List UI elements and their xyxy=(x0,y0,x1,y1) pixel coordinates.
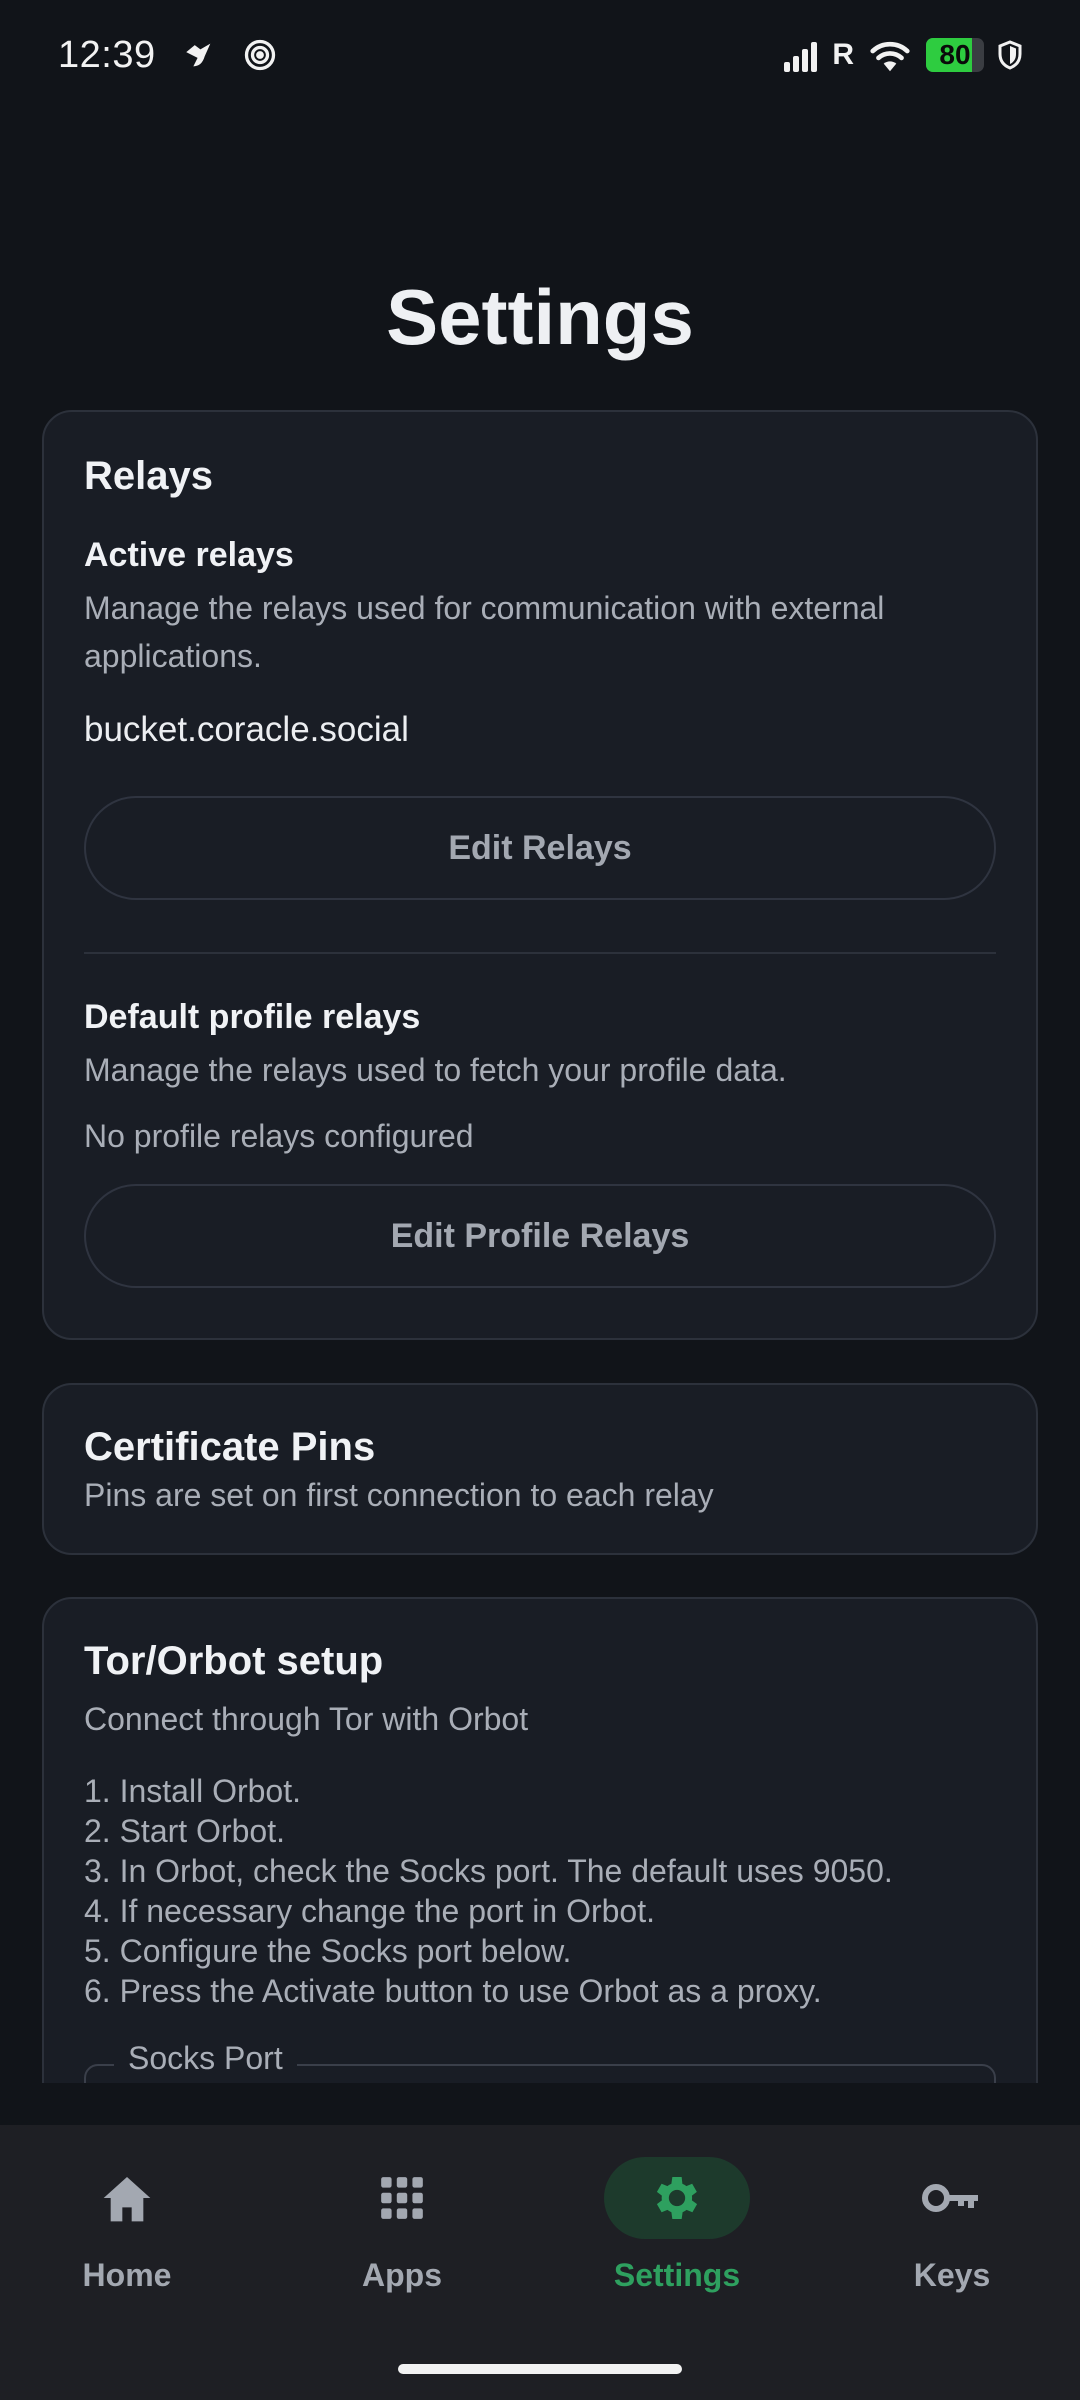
tor-orbot-description: Connect through Tor with Orbot xyxy=(84,1701,529,1737)
relays-card: Relays Active relays Manage the relays u… xyxy=(42,410,1038,1340)
apps-grid-icon xyxy=(329,2157,475,2239)
status-time: 12:39 xyxy=(58,33,156,76)
socks-port-label: Socks Port xyxy=(114,2040,297,2077)
gear-icon xyxy=(604,2157,750,2239)
default-profile-relays-title: Default profile relays xyxy=(84,998,421,1036)
status-left: 12:39 xyxy=(58,34,278,77)
tor-orbot-card: Tor/Orbot setup Connect through Tor with… xyxy=(42,1597,1038,2083)
nav-item-keys[interactable]: Keys xyxy=(852,2157,1052,2294)
tor-step: 5. Configure the Socks port below. xyxy=(84,1933,572,1969)
relays-divider xyxy=(84,952,996,954)
bird-notification-icon xyxy=(182,38,216,72)
network-type-label: R xyxy=(832,38,854,71)
nav-item-apps[interactable]: Apps xyxy=(302,2157,502,2294)
spiral-notification-icon xyxy=(242,37,278,73)
edit-profile-relays-button[interactable]: Edit Profile Relays xyxy=(84,1184,996,1288)
battery-level: 80 xyxy=(926,38,984,72)
nav-label-home: Home xyxy=(82,2257,172,2293)
settings-scroll-area[interactable]: Relays Active relays Manage the relays u… xyxy=(0,410,1080,2083)
tor-step: 4. If necessary change the port in Orbot… xyxy=(84,1893,655,1929)
nav-label-apps: Apps xyxy=(362,2257,442,2293)
status-right: R 80 xyxy=(782,37,1022,73)
edit-relays-button[interactable]: Edit Relays xyxy=(84,796,996,900)
nav-label-keys: Keys xyxy=(913,2257,991,2293)
relays-title: Relays xyxy=(84,454,213,498)
tor-steps-list: 1. Install Orbot. 2. Start Orbot. 3. In … xyxy=(84,1771,1006,2011)
wifi-icon xyxy=(868,37,912,73)
bottom-navigation: Home Apps Settings Keys xyxy=(0,2125,1080,2400)
profile-relays-status: No profile relays configured xyxy=(84,1118,474,1154)
home-indicator[interactable] xyxy=(398,2364,682,2374)
tor-step: 1. Install Orbot. xyxy=(84,1773,301,1809)
key-icon xyxy=(879,2157,1025,2239)
certificate-pins-title: Certificate Pins xyxy=(84,1425,376,1469)
active-relays-description: Manage the relays used for communication… xyxy=(84,590,885,674)
battery-icon: 80 xyxy=(926,38,984,72)
certificate-pins-card[interactable]: Certificate Pins Pins are set on first c… xyxy=(42,1383,1038,1555)
nav-item-home[interactable]: Home xyxy=(27,2157,227,2294)
home-icon xyxy=(54,2157,200,2239)
tor-orbot-title: Tor/Orbot setup xyxy=(84,1639,384,1683)
tor-step: 3. In Orbot, check the Socks port. The d… xyxy=(84,1853,893,1889)
battery-text: 80 xyxy=(939,39,971,70)
nav-label-settings: Settings xyxy=(613,2257,741,2293)
tor-step: 6. Press the Activate button to use Orbo… xyxy=(84,1973,822,2009)
status-bar: 12:39 R 80 xyxy=(0,0,1080,110)
shield-icon xyxy=(998,40,1022,70)
tor-step: 2. Start Orbot. xyxy=(84,1813,285,1849)
active-relay-value: bucket.coracle.social xyxy=(84,710,409,749)
active-relays-title: Active relays xyxy=(84,536,294,574)
signal-icon xyxy=(782,38,826,72)
nav-item-settings[interactable]: Settings xyxy=(577,2157,777,2294)
certificate-pins-description: Pins are set on first connection to each… xyxy=(84,1477,714,1513)
page-title: Settings xyxy=(386,273,694,361)
socks-port-field[interactable]: Socks Port xyxy=(84,2040,996,2083)
default-profile-relays-description: Manage the relays used to fetch your pro… xyxy=(84,1052,787,1088)
